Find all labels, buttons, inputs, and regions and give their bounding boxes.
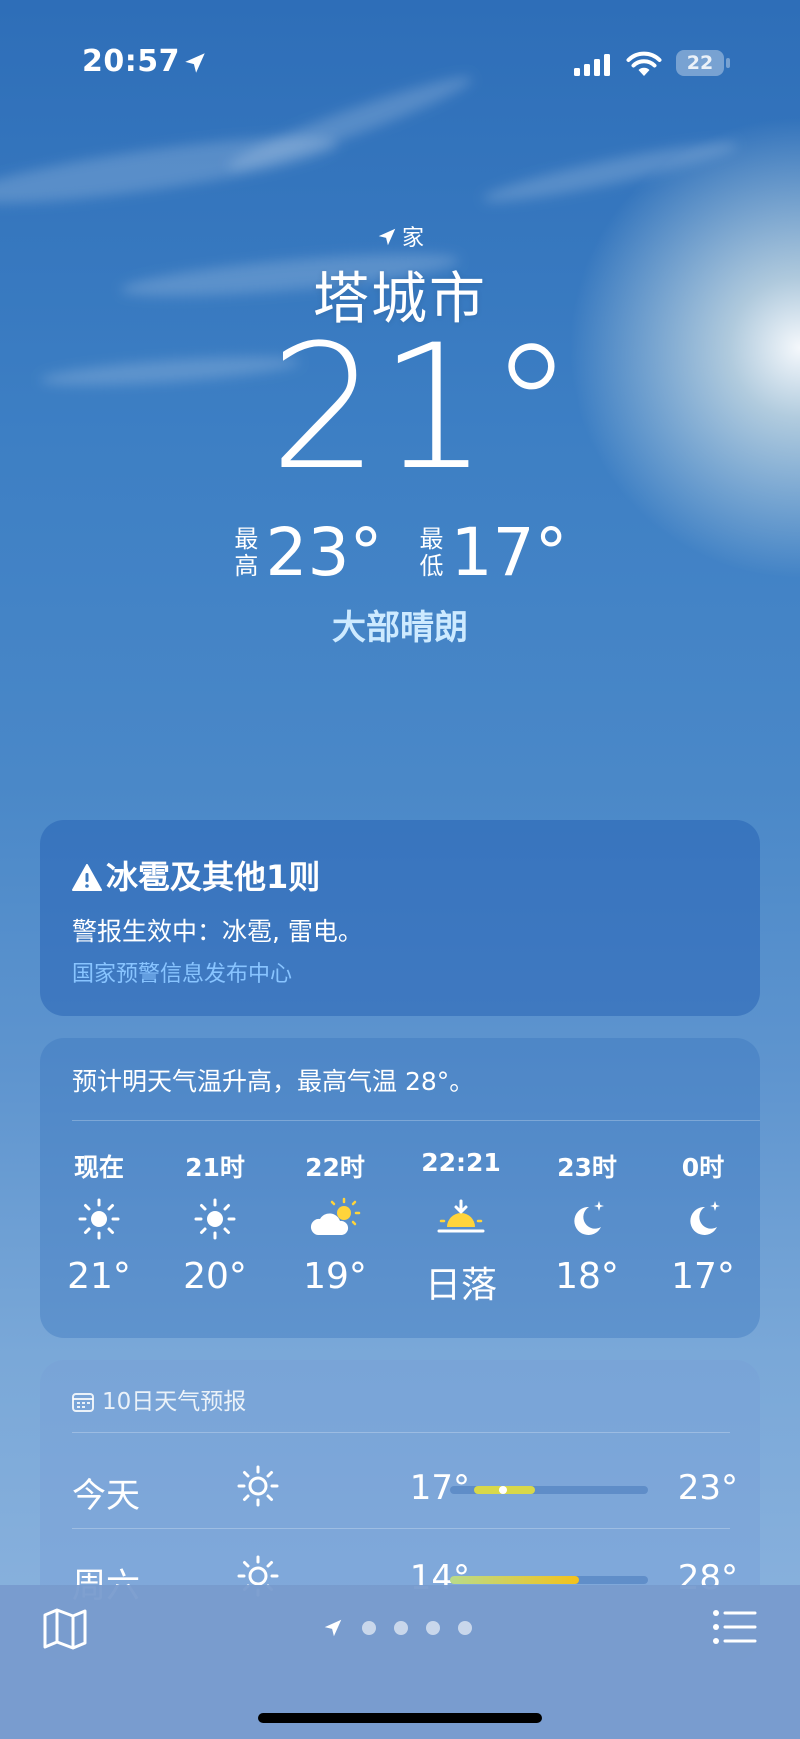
- partly-cloudy-icon: [280, 1184, 390, 1254]
- temperature-range-bar: [450, 1576, 648, 1584]
- page-dot[interactable]: [426, 1621, 440, 1635]
- high-temperature: 23°: [265, 514, 383, 591]
- weather-condition: 大部晴朗: [332, 608, 468, 648]
- sunset-icon: [406, 1184, 516, 1254]
- hour-label: 22时: [305, 1153, 365, 1182]
- hour-item: 0时 17°: [648, 1148, 758, 1297]
- sun-icon: [44, 1184, 154, 1254]
- page-dot[interactable]: [362, 1621, 376, 1635]
- home-indicator: [258, 1713, 542, 1723]
- low-label: 最低: [419, 525, 444, 580]
- day-row-today[interactable]: 今天 17° 23°: [40, 1460, 760, 1520]
- low-temperature: 17°: [450, 514, 568, 591]
- weather-alert-card[interactable]: 冰雹及其他1则 警报生效中：冰雹, 雷电。 国家预警信息发布中心: [40, 820, 760, 1016]
- wifi-icon: [626, 51, 662, 76]
- cloud-streak: [480, 133, 740, 211]
- ten-day-title: 10日天气预报: [102, 1389, 247, 1415]
- high-label: 最高: [234, 525, 259, 580]
- page-dot[interactable]: [458, 1621, 472, 1635]
- location-arrow-icon: [185, 53, 205, 73]
- bottom-toolbar: [0, 1585, 800, 1739]
- temperature-range-bar: [450, 1486, 648, 1494]
- hour-temp: 20°: [183, 1256, 247, 1297]
- hour-label: 0时: [681, 1153, 725, 1182]
- status-bar: 20:57 22: [0, 44, 800, 88]
- status-time: 20:57: [82, 44, 180, 79]
- location-arrow-icon: [378, 228, 396, 246]
- hour-temp: 18°: [555, 1256, 619, 1297]
- high-temp: 23°: [677, 1468, 738, 1508]
- page-dot[interactable]: [394, 1621, 408, 1635]
- hour-label: 23时: [557, 1153, 617, 1182]
- battery-level: 22: [686, 52, 714, 74]
- hour-item: 现在 21°: [44, 1148, 154, 1297]
- hour-temp: 21°: [67, 1256, 131, 1297]
- calendar-icon: [72, 1393, 94, 1412]
- home-location-label: 家: [0, 220, 800, 252]
- moon-stars-icon: [648, 1184, 758, 1254]
- alert-body: 警报生效中：冰雹, 雷电。: [72, 917, 363, 946]
- day-label: 今天: [72, 1476, 140, 1516]
- moon-stars-icon: [532, 1184, 642, 1254]
- hour-label: 22:21: [421, 1148, 501, 1177]
- battery-nub: [726, 58, 730, 68]
- hour-label: 21时: [185, 1153, 245, 1182]
- home-label: 家: [401, 226, 424, 251]
- hour-temp: 17°: [671, 1256, 735, 1297]
- hour-item: 23时 18°: [532, 1148, 642, 1297]
- alert-title: 冰雹及其他1则: [106, 858, 321, 896]
- temperature-range-fill: [450, 1576, 579, 1584]
- hourly-summary: 预计明天气温升高，最高气温 28°。: [72, 1067, 475, 1096]
- ten-day-header: 10日天气预报: [72, 1382, 246, 1416]
- divider: [72, 1432, 730, 1433]
- location-arrow-icon: [324, 1619, 342, 1637]
- hour-temp: 19°: [303, 1256, 367, 1297]
- alert-source-link[interactable]: 国家预警信息发布中心: [72, 956, 292, 988]
- battery-icon: 22: [676, 50, 724, 76]
- sunset-label: 日落: [424, 1265, 497, 1306]
- cellular-signal-icon: [574, 54, 610, 76]
- divider: [72, 1120, 760, 1121]
- hour-item: 22时 19°: [280, 1148, 390, 1297]
- sun-icon: [160, 1184, 270, 1254]
- hour-item: 21时 20°: [160, 1148, 270, 1297]
- alert-title-row: 冰雹及其他1则: [72, 852, 320, 898]
- warning-icon: [72, 864, 102, 891]
- divider: [72, 1528, 730, 1529]
- hourly-forecast-card[interactable]: 预计明天气温升高，最高气温 28°。 现在 21° 21时 20° 22时 19…: [40, 1038, 760, 1338]
- page-indicator[interactable]: [322, 1617, 472, 1639]
- sun-icon: [236, 1464, 280, 1512]
- map-icon[interactable]: [42, 1607, 88, 1651]
- hour-item: 22:21 日落: [406, 1148, 516, 1308]
- hour-label: 现在: [73, 1153, 124, 1182]
- list-icon[interactable]: [712, 1609, 758, 1645]
- current-temperature: 21°: [269, 307, 575, 508]
- high-low-row: 最高 23° 最低 17°: [0, 520, 800, 586]
